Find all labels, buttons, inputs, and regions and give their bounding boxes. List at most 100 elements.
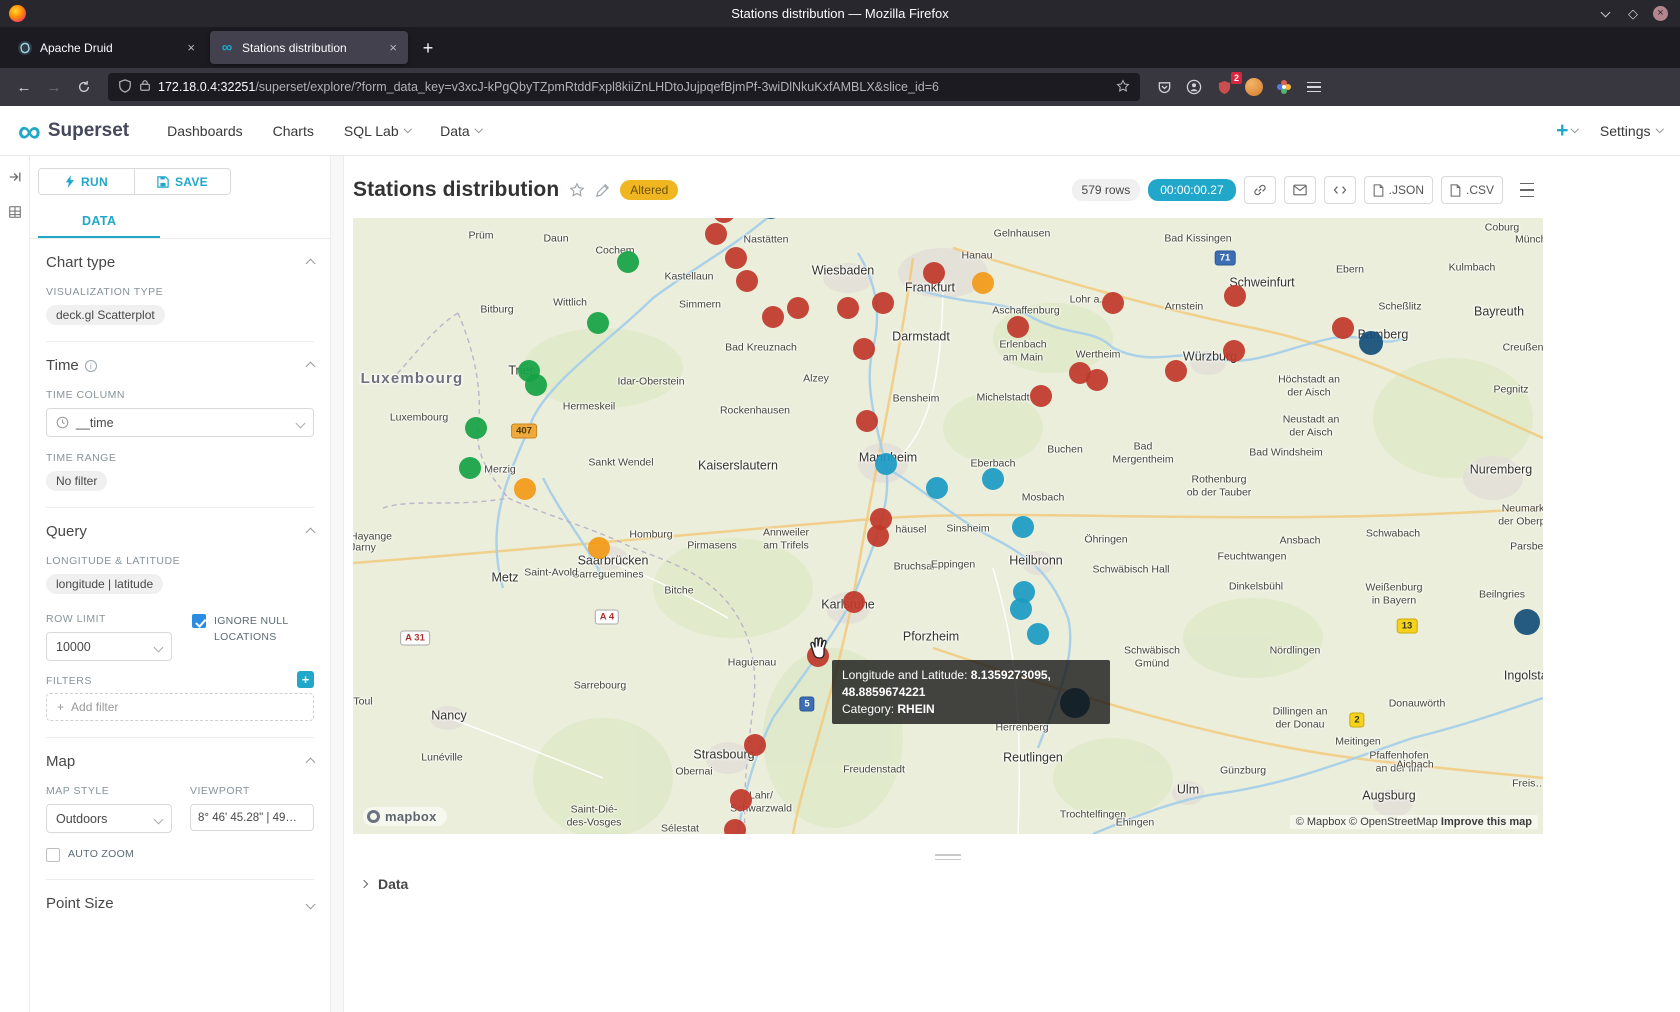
extension-pinwheel-icon[interactable] bbox=[1270, 74, 1298, 100]
favorite-star-icon[interactable] bbox=[569, 182, 585, 198]
viewport-value[interactable]: 8° 46' 45.28" | 49… bbox=[190, 804, 314, 831]
map-point[interactable] bbox=[867, 525, 889, 547]
map-point[interactable] bbox=[843, 591, 865, 613]
map-point[interactable] bbox=[514, 478, 536, 500]
map-point[interactable] bbox=[1514, 609, 1540, 635]
menu-button[interactable] bbox=[1300, 74, 1328, 100]
map-point[interactable] bbox=[1030, 385, 1052, 407]
map-point[interactable] bbox=[525, 374, 547, 396]
map-point[interactable] bbox=[588, 537, 610, 559]
nav-charts[interactable]: Charts bbox=[273, 123, 314, 139]
altered-badge[interactable]: Altered bbox=[620, 180, 678, 200]
export-csv-button[interactable]: .CSV bbox=[1441, 176, 1503, 204]
connection-security-icon[interactable] bbox=[139, 79, 151, 95]
panel-divider[interactable] bbox=[330, 156, 344, 1012]
section-header-point-size[interactable]: Point Size bbox=[46, 895, 314, 912]
map-point[interactable] bbox=[1224, 285, 1246, 307]
mapbox-logo[interactable]: mapbox bbox=[363, 807, 447, 826]
map-point[interactable] bbox=[1165, 360, 1187, 382]
section-header-chart-type[interactable]: Chart type bbox=[46, 254, 314, 271]
map-point[interactable] bbox=[736, 270, 758, 292]
map-point[interactable] bbox=[617, 251, 639, 273]
add-filter-box[interactable]: + Add filter bbox=[46, 693, 314, 721]
account-icon[interactable] bbox=[1180, 74, 1208, 100]
collapse-panel-icon[interactable] bbox=[8, 170, 22, 189]
nav-dashboards[interactable]: Dashboards bbox=[167, 123, 243, 139]
map-point[interactable] bbox=[787, 297, 809, 319]
edit-properties-icon[interactable] bbox=[595, 183, 610, 198]
run-button[interactable]: RUN bbox=[39, 169, 134, 194]
url-text[interactable]: 172.18.0.4:32251/superset/explore/?form_… bbox=[158, 80, 1109, 94]
lonlat-value[interactable]: longitude | latitude bbox=[46, 574, 163, 594]
map-point[interactable] bbox=[459, 457, 481, 479]
map-point[interactable] bbox=[465, 417, 487, 439]
map-point[interactable] bbox=[730, 789, 752, 811]
map-point[interactable] bbox=[724, 819, 746, 834]
map-point[interactable] bbox=[744, 734, 766, 756]
nav-sql-lab[interactable]: SQL Lab bbox=[344, 123, 410, 139]
map-point[interactable] bbox=[1223, 340, 1245, 362]
map-point[interactable] bbox=[982, 468, 1004, 490]
map-point[interactable] bbox=[1010, 598, 1032, 620]
map-point[interactable] bbox=[1007, 316, 1029, 338]
reload-button[interactable] bbox=[70, 74, 98, 100]
back-button[interactable]: ← bbox=[10, 74, 38, 100]
viz-type-value[interactable]: deck.gl Scatterplot bbox=[46, 305, 165, 325]
settings-menu[interactable]: Settings bbox=[1600, 123, 1662, 139]
forward-button[interactable]: → bbox=[40, 74, 68, 100]
map-canvas[interactable]: Longitude and Latitude: 8.1359273095, 48… bbox=[353, 218, 1543, 834]
map-point[interactable] bbox=[872, 292, 894, 314]
section-header-query[interactable]: Query bbox=[46, 523, 314, 540]
tracking-protection-icon[interactable] bbox=[118, 79, 132, 96]
tab-close-icon[interactable]: × bbox=[185, 40, 197, 55]
dataset-grid-icon[interactable] bbox=[8, 205, 22, 224]
resize-handle[interactable] bbox=[353, 854, 1543, 860]
map-style-select[interactable]: Outdoors bbox=[46, 804, 172, 833]
tab-stations-distribution[interactable]: ∞ Stations distribution × bbox=[210, 31, 408, 64]
map-point[interactable] bbox=[1012, 516, 1034, 538]
map-point[interactable] bbox=[853, 338, 875, 360]
time-range-value[interactable]: No filter bbox=[46, 471, 107, 491]
map-point[interactable] bbox=[972, 272, 994, 294]
superset-logo[interactable]: ∞ Superset bbox=[18, 120, 129, 142]
section-header-time[interactable]: Time i bbox=[46, 357, 314, 374]
chart-menu-button[interactable] bbox=[1511, 176, 1543, 204]
new-item-button[interactable]: + bbox=[1556, 119, 1578, 143]
improve-map-link[interactable]: Improve this map bbox=[1441, 816, 1532, 828]
bookmark-star-icon[interactable] bbox=[1116, 79, 1130, 96]
nav-data[interactable]: Data bbox=[440, 123, 481, 139]
minimize-button[interactable] bbox=[1597, 6, 1613, 22]
map-point[interactable] bbox=[926, 477, 948, 499]
new-tab-button[interactable]: + bbox=[416, 38, 440, 59]
map-point[interactable] bbox=[1332, 317, 1354, 339]
email-button[interactable] bbox=[1284, 176, 1316, 204]
map-point[interactable] bbox=[923, 262, 945, 284]
close-button[interactable]: × bbox=[1653, 6, 1668, 21]
map-point[interactable] bbox=[875, 453, 897, 475]
map-point[interactable] bbox=[1086, 369, 1108, 391]
map-point[interactable] bbox=[1102, 292, 1124, 314]
pocket-icon[interactable] bbox=[1150, 74, 1178, 100]
save-button[interactable]: SAVE bbox=[134, 169, 230, 194]
adblock-shield-icon[interactable]: 2 bbox=[1210, 74, 1238, 100]
add-filter-plus-button[interactable]: + bbox=[297, 671, 314, 688]
map-point[interactable] bbox=[1027, 623, 1049, 645]
export-json-button[interactable]: .JSON bbox=[1364, 176, 1433, 204]
time-column-select[interactable]: __time bbox=[46, 408, 314, 437]
map-point[interactable] bbox=[762, 306, 784, 328]
row-limit-select[interactable]: 10000 bbox=[46, 632, 172, 661]
data-section-toggle[interactable]: Data bbox=[353, 876, 1680, 892]
tab-close-icon[interactable]: × bbox=[387, 40, 399, 55]
share-link-button[interactable] bbox=[1244, 176, 1276, 204]
map-point[interactable] bbox=[587, 312, 609, 334]
map-point[interactable] bbox=[725, 247, 747, 269]
maximize-button[interactable]: ◇ bbox=[1625, 6, 1641, 22]
tab-apache-druid[interactable]: Apache Druid × bbox=[8, 31, 206, 64]
section-header-map[interactable]: Map bbox=[46, 753, 314, 770]
url-bar[interactable]: 172.18.0.4:32251/superset/explore/?form_… bbox=[108, 73, 1140, 101]
ignore-null-checkbox[interactable] bbox=[192, 614, 206, 628]
map-point[interactable] bbox=[856, 410, 878, 432]
map-point[interactable] bbox=[837, 297, 859, 319]
map-point[interactable] bbox=[705, 223, 727, 245]
embed-code-button[interactable] bbox=[1324, 176, 1356, 204]
